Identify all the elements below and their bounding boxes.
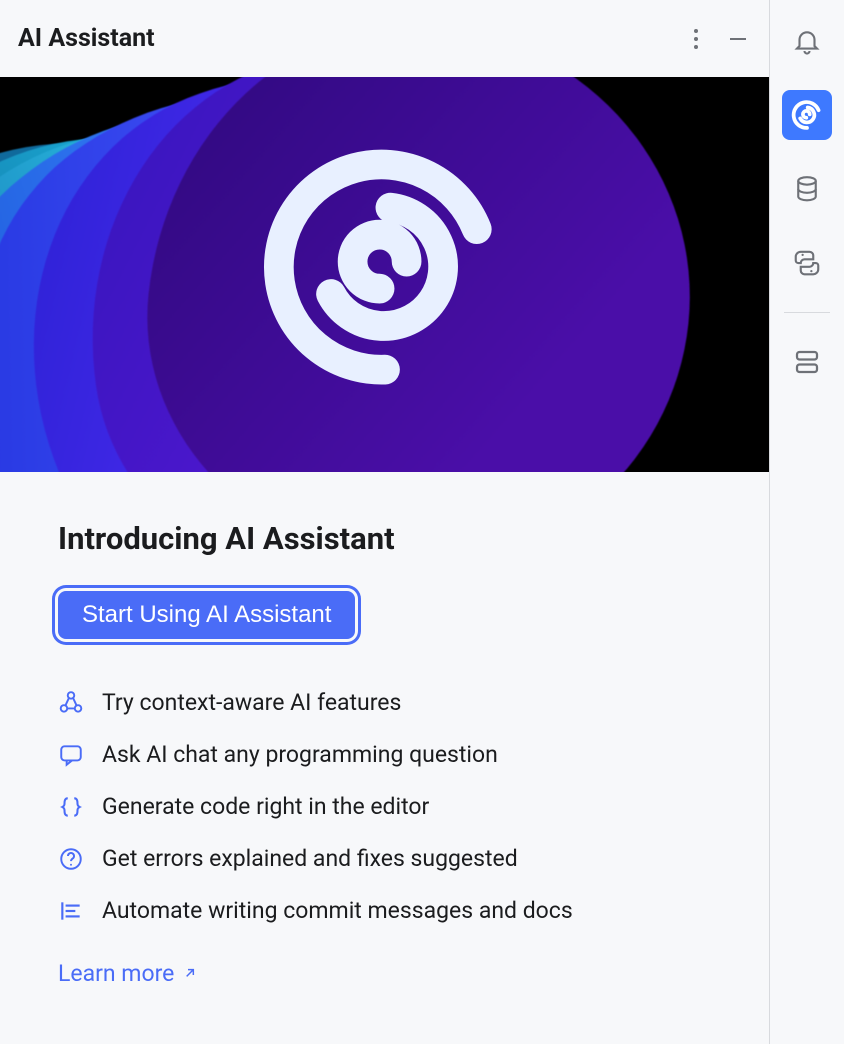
start-using-ai-button[interactable]: Start Using AI Assistant (58, 591, 355, 639)
panel-title: AI Assistant (18, 24, 155, 53)
intro-heading: Introducing AI Assistant (58, 520, 711, 557)
cluster-icon (58, 690, 84, 716)
layout-panels-button[interactable] (782, 337, 832, 387)
feature-text: Ask AI chat any programming question (102, 741, 498, 768)
chat-icon (58, 742, 84, 768)
minimize-icon[interactable] (727, 28, 749, 50)
feature-text: Try context-aware AI features (102, 689, 401, 716)
feature-item: Ask AI chat any programming question (58, 741, 711, 768)
ai-assistant-panel: AI Assistant Introducing AI A (0, 0, 770, 1044)
ai-assistant-button[interactable] (782, 90, 832, 140)
feature-text: Get errors explained and fixes suggested (102, 845, 518, 872)
panels-icon (792, 347, 822, 377)
database-icon (792, 174, 822, 204)
database-button[interactable] (782, 164, 832, 214)
feature-item: Try context-aware AI features (58, 689, 711, 716)
question-circle-icon (58, 846, 84, 872)
more-options-icon[interactable] (693, 27, 699, 51)
python-icon (792, 248, 822, 278)
panel-header: AI Assistant (0, 0, 769, 77)
notifications-button[interactable] (782, 16, 832, 66)
learn-more-label: Learn more (58, 960, 174, 987)
python-console-button[interactable] (782, 238, 832, 288)
external-link-icon (182, 960, 198, 987)
feature-item: Generate code right in the editor (58, 793, 711, 820)
header-actions (693, 27, 749, 51)
feature-item: Automate writing commit messages and doc… (58, 897, 711, 924)
format-left-icon (58, 898, 84, 924)
feature-item: Get errors explained and fixes suggested (58, 845, 711, 872)
braces-icon (58, 794, 84, 820)
right-rail (770, 0, 844, 1044)
banner-petals (0, 77, 769, 472)
intro-content: Introducing AI Assistant Start Using AI … (0, 472, 769, 1015)
feature-text: Automate writing commit messages and doc… (102, 897, 573, 924)
bell-icon (792, 26, 822, 56)
swirl-icon (790, 98, 824, 132)
hero-banner (0, 77, 769, 472)
feature-text: Generate code right in the editor (102, 793, 429, 820)
learn-more-link[interactable]: Learn more (58, 960, 198, 987)
feature-list: Try context-aware AI features Ask AI cha… (58, 689, 711, 924)
rail-divider (784, 312, 830, 313)
